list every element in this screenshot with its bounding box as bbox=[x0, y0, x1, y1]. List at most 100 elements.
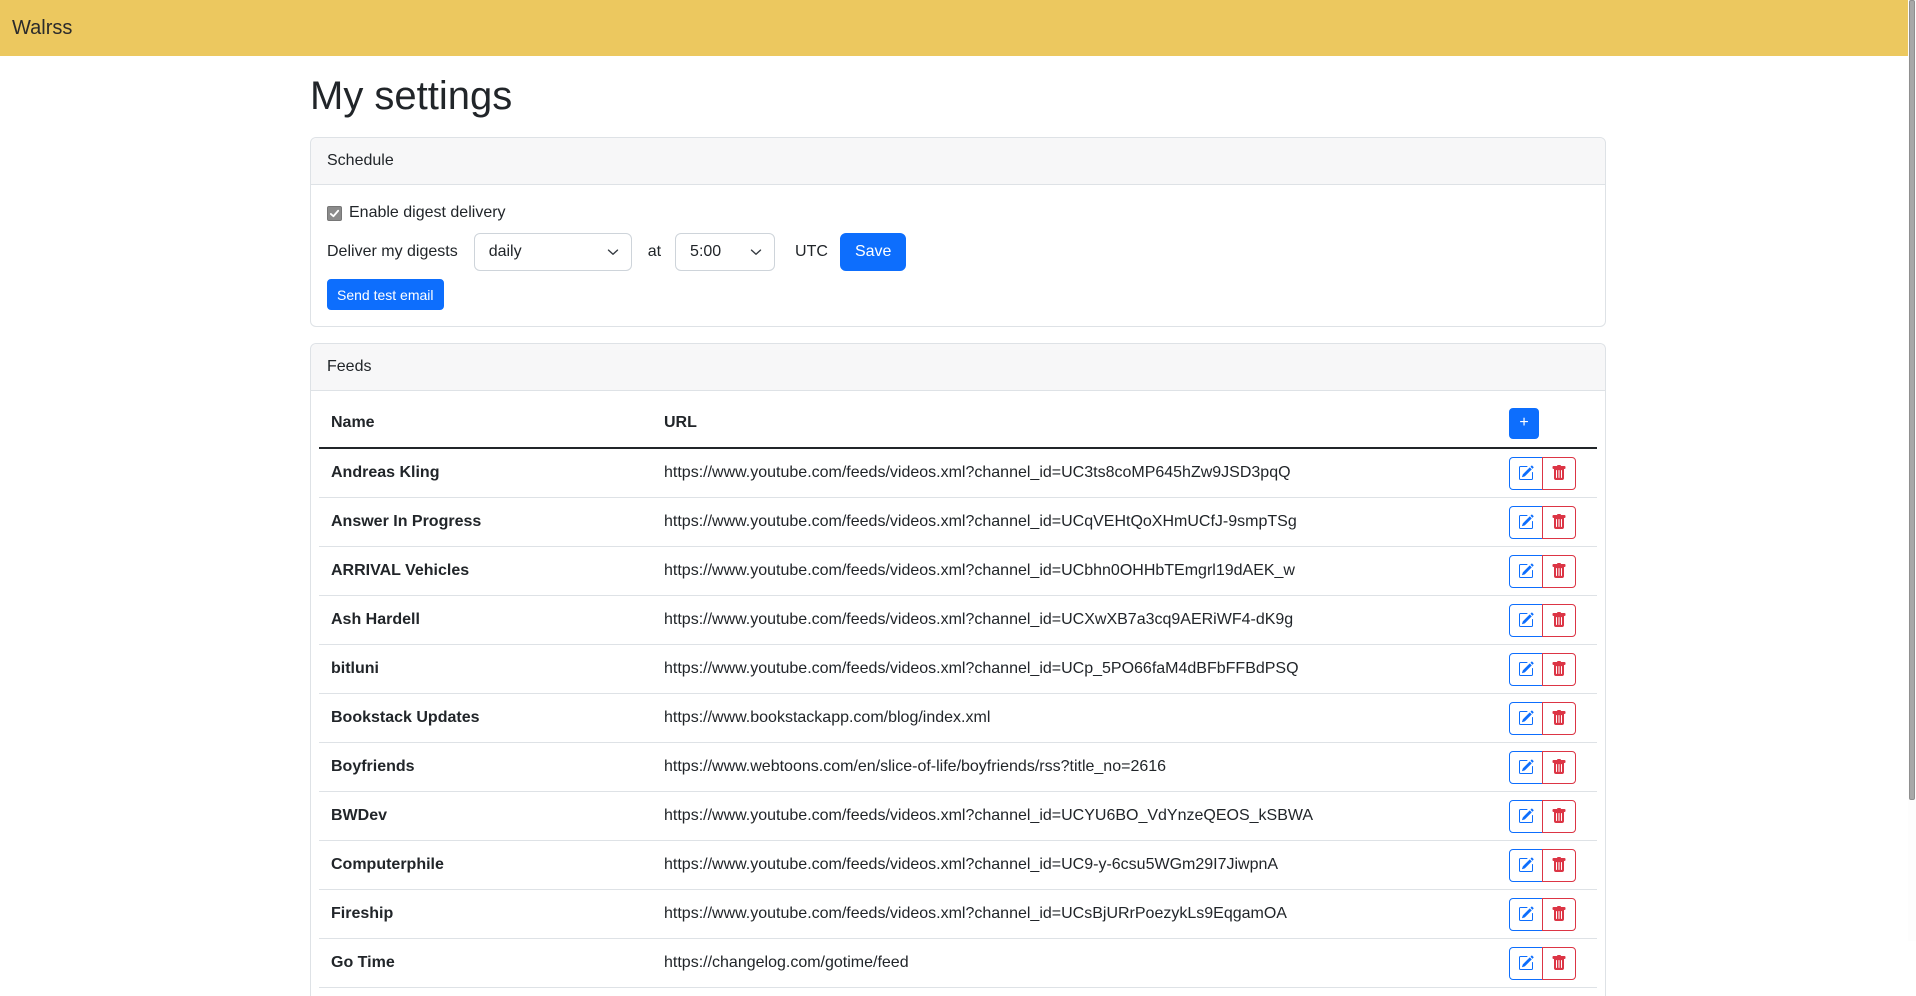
trash-icon bbox=[1551, 710, 1567, 726]
feed-row: bitluni https://www.youtube.com/feeds/vi… bbox=[319, 645, 1597, 694]
feed-row: Bookstack Updates https://www.bookstacka… bbox=[319, 694, 1597, 743]
delete-feed-button[interactable] bbox=[1542, 457, 1576, 490]
edit-feed-button[interactable] bbox=[1509, 653, 1543, 686]
feed-actions bbox=[1509, 898, 1576, 931]
feed-actions bbox=[1509, 555, 1576, 588]
brand-link[interactable]: Walrss bbox=[12, 13, 72, 43]
delete-feed-button[interactable] bbox=[1542, 506, 1576, 539]
edit-feed-button[interactable] bbox=[1509, 751, 1543, 784]
feed-url: https://www.youtube.com/feeds/videos.xml… bbox=[652, 498, 1497, 547]
delete-feed-button[interactable] bbox=[1542, 653, 1576, 686]
trash-icon bbox=[1551, 465, 1567, 481]
feeds-table-header-row: Name URL + bbox=[319, 399, 1597, 448]
feeds-card: Feeds Name URL + Andreas Kling https://w… bbox=[310, 343, 1606, 996]
feed-actions bbox=[1509, 751, 1576, 784]
feed-url: https://www.youtube.com/feeds/videos.xml… bbox=[652, 448, 1497, 498]
feed-url: https://www.youtube.com/feeds/videos.xml… bbox=[652, 792, 1497, 841]
scrollbar[interactable] bbox=[1908, 0, 1916, 941]
delete-feed-button[interactable] bbox=[1542, 604, 1576, 637]
trash-icon bbox=[1551, 759, 1567, 775]
column-header-url: URL bbox=[652, 399, 1497, 448]
edit-feed-button[interactable] bbox=[1509, 702, 1543, 735]
deliver-label: Deliver my digests bbox=[327, 240, 458, 264]
trash-icon bbox=[1551, 857, 1567, 873]
feed-url: https://www.youtube.com/feeds/videos.xml… bbox=[652, 645, 1497, 694]
schedule-card: Schedule Enable digest delivery Deliver … bbox=[310, 137, 1606, 327]
chevron-down-icon bbox=[607, 246, 619, 258]
pencil-square-icon bbox=[1518, 710, 1534, 726]
feed-row: Computerphile https://www.youtube.com/fe… bbox=[319, 841, 1597, 890]
edit-feed-button[interactable] bbox=[1509, 506, 1543, 539]
delete-feed-button[interactable] bbox=[1542, 800, 1576, 833]
feed-name: Boyfriends bbox=[319, 743, 652, 792]
pencil-square-icon bbox=[1518, 661, 1534, 677]
feeds-card-header: Feeds bbox=[311, 344, 1605, 391]
trash-icon bbox=[1551, 612, 1567, 628]
delete-feed-button[interactable] bbox=[1542, 849, 1576, 882]
pencil-square-icon bbox=[1518, 955, 1534, 971]
schedule-card-body: Enable digest delivery Deliver my digest… bbox=[311, 185, 1605, 326]
time-select[interactable]: 5:00 bbox=[675, 233, 775, 271]
feed-url: https://www.youtube.com/feeds/videos.xml… bbox=[652, 890, 1497, 939]
edit-feed-button[interactable] bbox=[1509, 800, 1543, 833]
feed-name: Go Time bbox=[319, 939, 652, 988]
feed-actions bbox=[1509, 800, 1576, 833]
feed-row: Ash Hardell https://www.youtube.com/feed… bbox=[319, 596, 1597, 645]
check-icon bbox=[329, 208, 340, 219]
feed-row: Go Time https://changelog.com/gotime/fee… bbox=[319, 939, 1597, 988]
feed-name: Ash Hardell bbox=[319, 596, 652, 645]
feed-actions bbox=[1509, 653, 1576, 686]
navbar: Walrss bbox=[0, 0, 1916, 56]
trash-icon bbox=[1551, 514, 1567, 530]
feed-name: Answer In Progress bbox=[319, 498, 652, 547]
delete-feed-button[interactable] bbox=[1542, 555, 1576, 588]
feed-actions bbox=[1509, 947, 1576, 980]
enable-digest-row: Enable digest delivery bbox=[327, 201, 1589, 225]
feed-actions bbox=[1509, 604, 1576, 637]
save-button[interactable]: Save bbox=[840, 233, 906, 271]
feed-name: Computerphile bbox=[319, 841, 652, 890]
pencil-square-icon bbox=[1518, 514, 1534, 530]
pencil-square-icon bbox=[1518, 759, 1534, 775]
edit-feed-button[interactable] bbox=[1509, 604, 1543, 637]
page-title: My settings bbox=[310, 72, 1606, 120]
enable-digest-label[interactable]: Enable digest delivery bbox=[349, 201, 506, 225]
edit-feed-button[interactable] bbox=[1509, 555, 1543, 588]
feed-name: Andreas Kling bbox=[319, 448, 652, 498]
pencil-square-icon bbox=[1518, 906, 1534, 922]
delete-feed-button[interactable] bbox=[1542, 751, 1576, 784]
feed-row: ARRIVAL Vehicles https://www.youtube.com… bbox=[319, 547, 1597, 596]
pencil-square-icon bbox=[1518, 808, 1534, 824]
feed-url: https://www.youtube.com/feeds/videos.xml… bbox=[652, 596, 1497, 645]
edit-feed-button[interactable] bbox=[1509, 947, 1543, 980]
interval-select[interactable]: daily bbox=[474, 233, 632, 271]
feed-name: bitluni bbox=[319, 645, 652, 694]
edit-feed-button[interactable] bbox=[1509, 849, 1543, 882]
feed-name: Fireship bbox=[319, 890, 652, 939]
utc-label: UTC bbox=[795, 240, 828, 264]
feeds-card-body: Name URL + Andreas Kling https://www.you… bbox=[311, 391, 1605, 996]
trash-icon bbox=[1551, 906, 1567, 922]
feed-url: https://www.bookstackapp.com/blog/index.… bbox=[652, 694, 1497, 743]
feed-url: https://www.webtoons.com/en/slice-of-lif… bbox=[652, 743, 1497, 792]
chevron-down-icon bbox=[750, 246, 762, 258]
interval-select-value: daily bbox=[489, 240, 522, 264]
delete-feed-button[interactable] bbox=[1542, 898, 1576, 931]
column-header-name: Name bbox=[319, 399, 652, 448]
edit-feed-button[interactable] bbox=[1509, 898, 1543, 931]
enable-digest-checkbox[interactable] bbox=[327, 206, 342, 221]
feed-url: https://www.youtube.com/feeds/videos.xml… bbox=[652, 841, 1497, 890]
scrollbar-thumb[interactable] bbox=[1909, 0, 1915, 800]
feed-actions bbox=[1509, 702, 1576, 735]
at-label: at bbox=[648, 240, 661, 264]
pencil-square-icon bbox=[1518, 563, 1534, 579]
delete-feed-button[interactable] bbox=[1542, 702, 1576, 735]
feed-url: https://changelog.com/gotime/feed bbox=[652, 939, 1497, 988]
feed-row: BWDev https://www.youtube.com/feeds/vide… bbox=[319, 792, 1597, 841]
delete-feed-button[interactable] bbox=[1542, 947, 1576, 980]
trash-icon bbox=[1551, 563, 1567, 579]
feed-name: BWDev bbox=[319, 792, 652, 841]
edit-feed-button[interactable] bbox=[1509, 457, 1543, 490]
add-feed-button[interactable]: + bbox=[1509, 408, 1539, 439]
send-test-email-button[interactable]: Send test email bbox=[327, 279, 444, 310]
